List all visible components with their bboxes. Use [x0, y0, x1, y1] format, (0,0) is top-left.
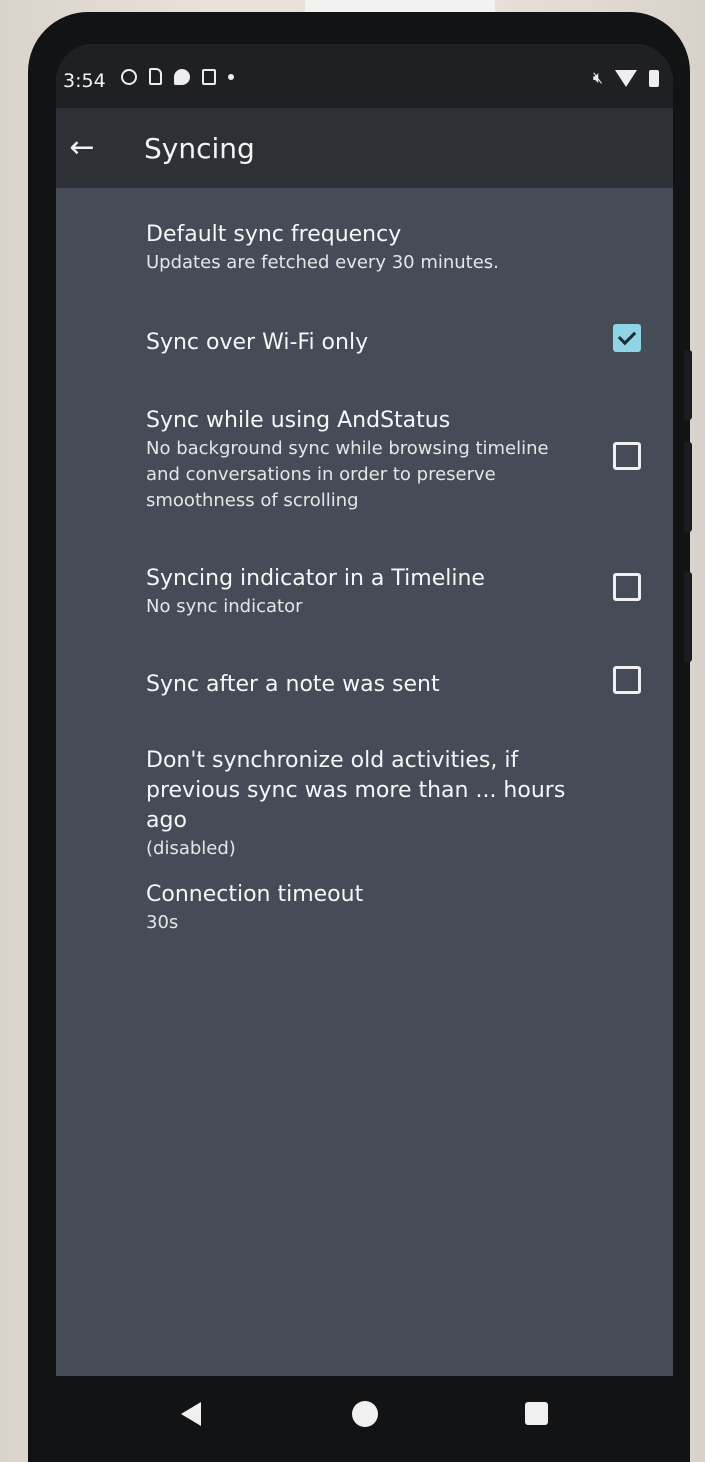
pref-title: Syncing indicator in a Timeline: [146, 566, 485, 591]
pref-title: Default sync frequency: [146, 222, 402, 247]
sync-while-using-checkbox[interactable]: [613, 442, 641, 470]
mute-icon: 🔇︎: [592, 68, 603, 87]
nav-recents-icon[interactable]: [525, 1402, 548, 1425]
pref-old-activities[interactable]: Don't synchronize old activities, if pre…: [146, 746, 606, 862]
side-button: [684, 442, 692, 532]
more-notifications-icon: [228, 73, 234, 80]
app-bar: ← Syncing: [56, 108, 673, 188]
pref-sync-while-using[interactable]: Sync while using AndStatus No background…: [146, 406, 566, 514]
pref-summary: No sync indicator: [146, 596, 303, 617]
back-arrow-icon[interactable]: ←: [62, 128, 102, 168]
pref-summary: No background sync while browsing timeli…: [146, 438, 549, 511]
shopping-bag-icon: [202, 68, 216, 85]
battery-icon: [649, 69, 659, 87]
pref-title: Sync while using AndStatus: [146, 408, 451, 433]
pref-title: Sync over Wi-Fi only: [146, 330, 369, 355]
pref-title: Don't synchronize old activities, if pre…: [146, 748, 566, 833]
navigation-bar: [56, 1376, 673, 1450]
status-time: 3:54: [63, 70, 106, 92]
pref-sync-frequency[interactable]: Default sync frequency Updates are fetch…: [146, 220, 566, 276]
pref-title: Sync after a note was sent: [146, 672, 440, 697]
pref-summary: Updates are fetched every 30 minutes.: [146, 252, 499, 273]
sim-icon: [149, 68, 162, 85]
side-button: [684, 572, 692, 662]
page-title: Syncing: [144, 132, 255, 165]
pref-sync-after-note[interactable]: Sync after a note was sent: [146, 670, 566, 700]
pref-summary: 30s: [146, 912, 179, 933]
pref-title: Connection timeout: [146, 882, 364, 907]
status-bar: 3:54 🔇︎: [56, 44, 673, 108]
pref-connection-timeout[interactable]: Connection timeout 30s: [146, 880, 566, 936]
sync-wifi-only-checkbox[interactable]: [613, 324, 641, 352]
pref-sync-wifi-only[interactable]: Sync over Wi-Fi only: [146, 328, 566, 358]
syncing-indicator-checkbox[interactable]: [613, 573, 641, 601]
phone-screen: 3:54 🔇︎ ← Syncing Default sync frequency…: [56, 44, 673, 1450]
pref-summary: (disabled): [146, 838, 236, 859]
sync-after-note-checkbox[interactable]: [613, 666, 641, 694]
nav-home-icon[interactable]: [352, 1401, 378, 1427]
pref-syncing-indicator[interactable]: Syncing indicator in a Timeline No sync …: [146, 564, 566, 620]
side-button: [684, 350, 692, 420]
nav-back-icon[interactable]: [181, 1402, 201, 1426]
chat-icon: [174, 68, 190, 85]
wifi-icon: [615, 69, 637, 87]
notification-icon: [121, 68, 137, 85]
